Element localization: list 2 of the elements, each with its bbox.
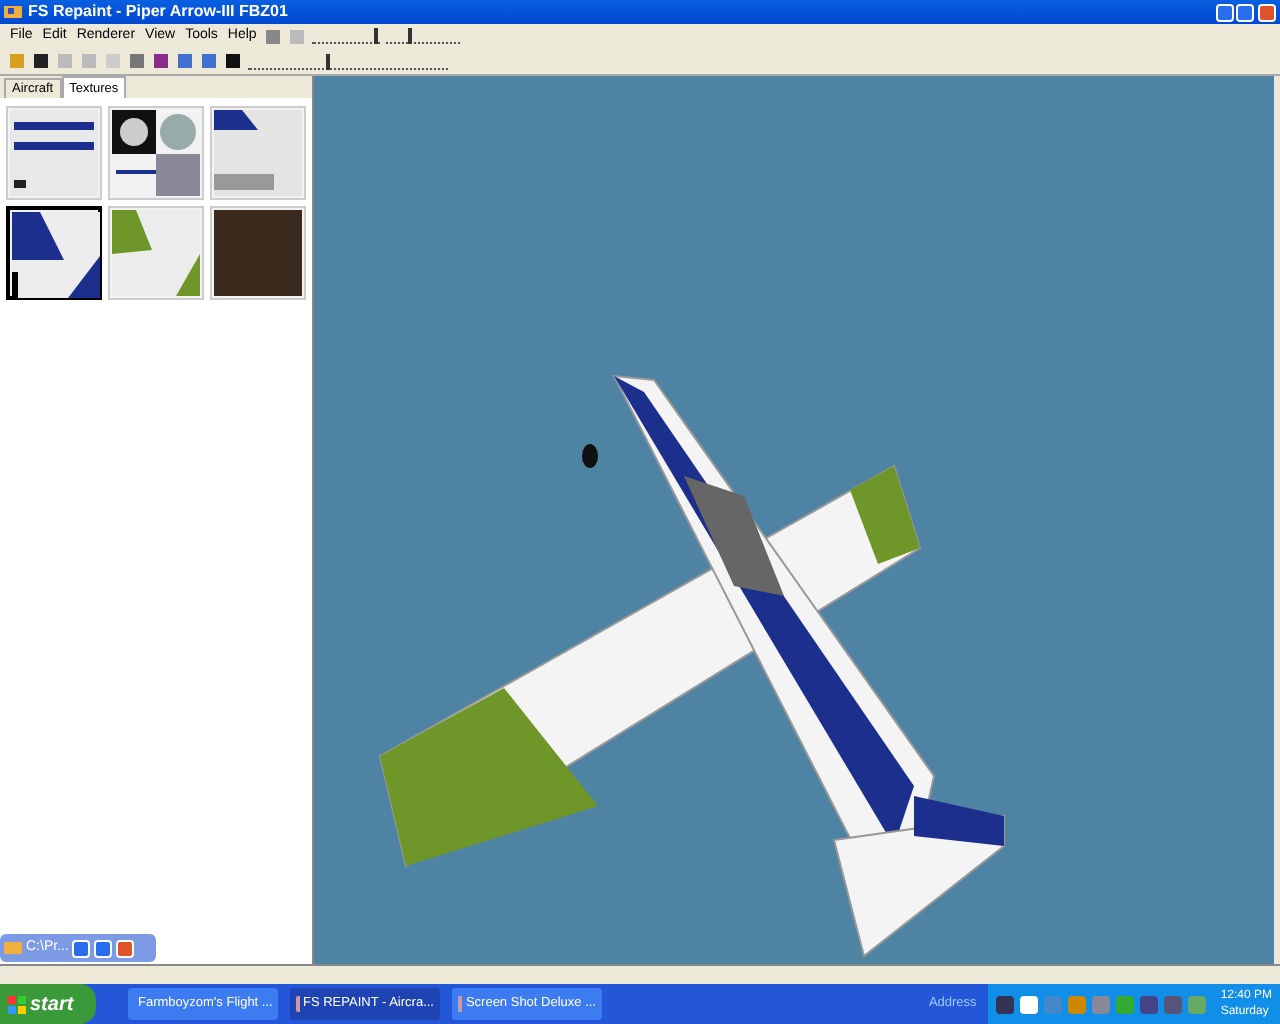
window-title: FS Repaint - Piper Arrow-III FBZ01 <box>28 0 288 24</box>
start-button[interactable]: start <box>0 984 96 1024</box>
